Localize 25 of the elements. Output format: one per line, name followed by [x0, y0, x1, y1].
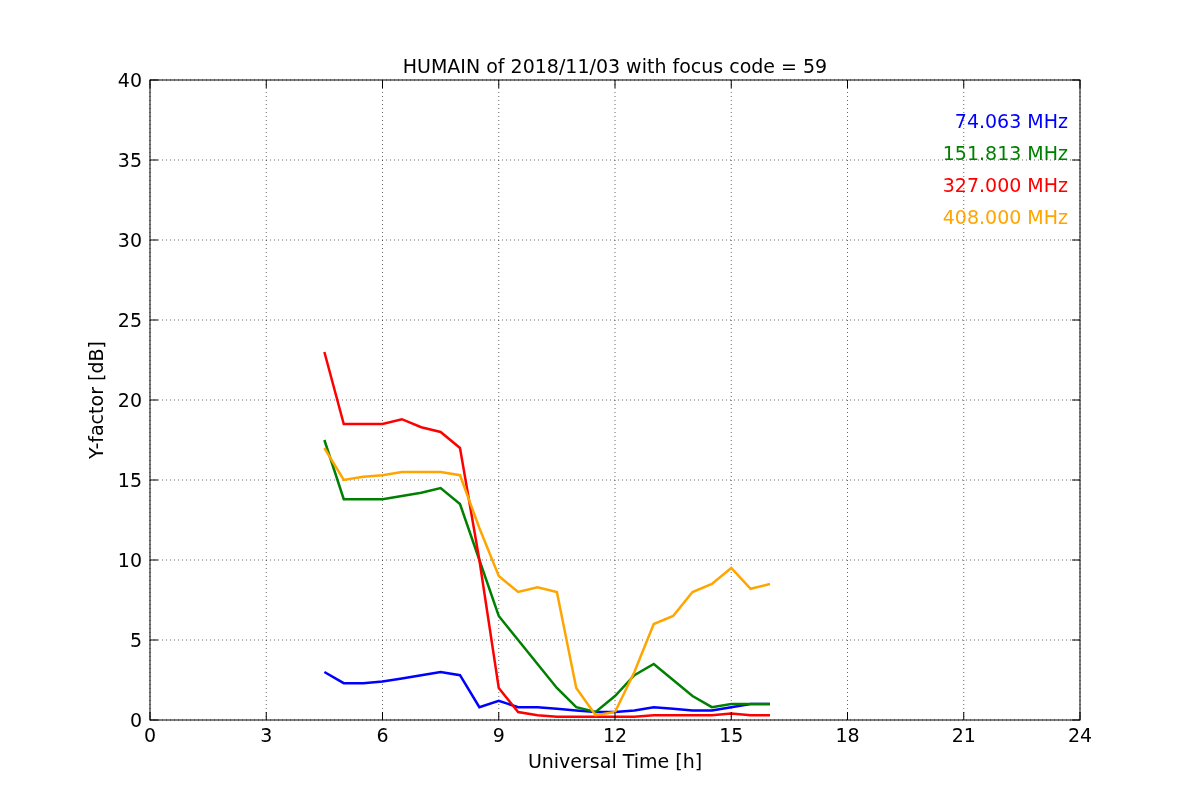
legend-label: 327.000 MHz — [942, 174, 1068, 196]
legend-label: 74.063 MHz — [954, 110, 1068, 132]
tick-label: 21 — [951, 724, 976, 746]
tick-label: 30 — [117, 229, 142, 251]
tick-label: 6 — [376, 724, 389, 746]
tick-label: 20 — [117, 389, 142, 411]
tick-label: 5 — [129, 629, 142, 651]
tick-label: 15 — [117, 469, 142, 491]
tick-label: 12 — [602, 724, 628, 746]
tick-label: 25 — [117, 309, 142, 331]
chart-title: HUMAIN of 2018/11/03 with focus code = 59 — [402, 55, 828, 77]
tick-label: 10 — [117, 549, 142, 571]
legend-label: 408.000 MHz — [942, 206, 1068, 228]
tick-label: 0 — [143, 724, 157, 746]
tick-label: 40 — [117, 69, 142, 91]
tick-label: 15 — [719, 724, 744, 746]
tick-label: 18 — [835, 724, 860, 746]
y-axis-label: Y-factor [dB] — [85, 341, 107, 459]
tick-label: 0 — [129, 709, 142, 731]
legend-label: 151.813 MHz — [942, 142, 1068, 164]
x-axis-label: Universal Time [h] — [527, 750, 703, 772]
tick-label: 3 — [260, 724, 273, 746]
tick-label: 9 — [492, 724, 505, 746]
tick-label: 24 — [1067, 724, 1093, 746]
tick-label: 35 — [117, 149, 142, 171]
